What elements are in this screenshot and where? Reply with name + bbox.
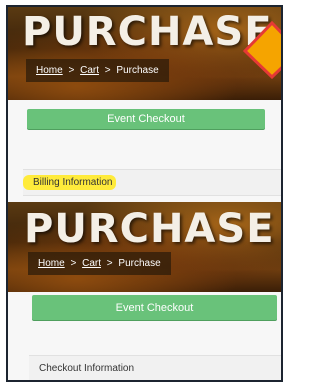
breadcrumb-separator: > — [70, 258, 77, 269]
purchase-banner-bottom: PURCHASE Home > Cart > Purchase — [8, 202, 281, 292]
breadcrumb-separator: > — [106, 258, 113, 269]
breadcrumb-separator: > — [104, 65, 111, 76]
breadcrumb-current: Purchase — [118, 258, 161, 269]
screenshot-frame: PURCHASE Home > Cart > Purchase Event Ch… — [6, 5, 283, 382]
warning-icon — [243, 21, 281, 79]
purchase-banner-top: PURCHASE Home > Cart > Purchase — [8, 7, 281, 100]
event-checkout-button[interactable]: Event Checkout — [32, 295, 277, 320]
breadcrumb-home-link[interactable]: Home — [36, 65, 63, 76]
breadcrumb: Home > Cart > Purchase — [28, 252, 171, 275]
page-title: PURCHASE — [24, 206, 275, 252]
page-title: PURCHASE — [22, 9, 273, 55]
checkout-information-section: Checkout Information — [29, 355, 281, 380]
breadcrumb-separator: > — [68, 65, 75, 76]
breadcrumb-cart-link[interactable]: Cart — [80, 65, 99, 76]
divider — [29, 380, 283, 381]
breadcrumb: Home > Cart > Purchase — [26, 59, 169, 82]
billing-information-section: Billing Information — [23, 169, 281, 196]
breadcrumb-cart-link[interactable]: Cart — [82, 258, 101, 269]
section-heading: Checkout Information — [39, 363, 135, 374]
event-checkout-button[interactable]: Event Checkout — [27, 109, 265, 129]
breadcrumb-home-link[interactable]: Home — [38, 258, 65, 269]
breadcrumb-current: Purchase — [116, 65, 159, 76]
section-heading-highlight: Billing Information — [23, 175, 117, 190]
